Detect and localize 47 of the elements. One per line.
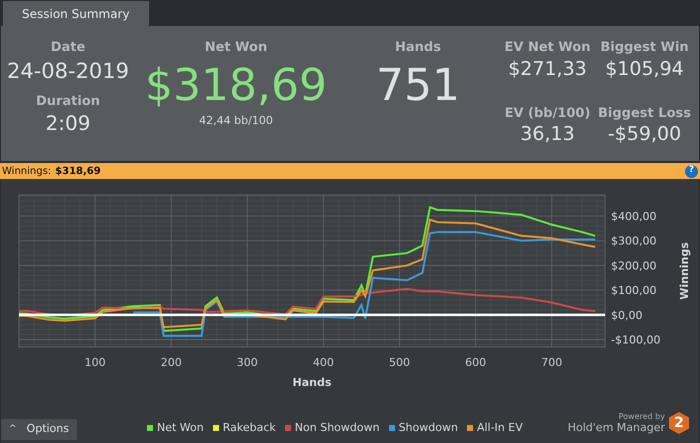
stat-label: Hands [395, 39, 441, 57]
y-axis-title: Winnings [678, 242, 691, 300]
caret-icon: ^ [9, 422, 17, 436]
legend-label: Rakeback [222, 420, 276, 436]
duration-value: 2:09 [46, 111, 90, 136]
y-tick-label: $200,00 [611, 259, 656, 272]
x-tick-label: 700 [541, 356, 562, 369]
stat-label: EV Net Won [504, 39, 590, 57]
stat-label: Biggest Loss [598, 104, 691, 122]
biggest-loss-value: -$59,00 [608, 123, 682, 147]
x-tick-label: 100 [84, 356, 106, 369]
options-label: Options [26, 421, 69, 438]
legend-label: Net Won [157, 420, 204, 436]
net-won-bb: 42,44 bb/100 [199, 112, 273, 128]
powered-by-text: Powered by [618, 412, 665, 420]
section-title: Winnings: [2, 164, 52, 178]
legend-label: All-In EV [476, 420, 523, 436]
stat-label: Biggest Win [600, 39, 689, 57]
x-tick-label: 400 [312, 356, 334, 369]
y-tick-label: $400,00 [611, 210, 656, 223]
options-button[interactable]: ^ Options [1, 419, 77, 440]
date-value: 24-08-2019 [6, 58, 130, 84]
stat-label: Net Won [204, 39, 268, 57]
y-tick-label: $100,00 [611, 284, 656, 298]
x-tick-label: 300 [236, 356, 258, 369]
brand-name: Hold'em Manager [568, 420, 665, 434]
section-value: $318,69 [55, 164, 101, 178]
biggest-win-value: $105,94 [605, 58, 684, 82]
logo-badge: 2 [669, 412, 689, 434]
x-tick-label: 600 [465, 356, 486, 369]
ev-bb-value: 36,13 [520, 123, 575, 147]
stat-label: Duration [36, 92, 100, 111]
x-axis-title: Hands [292, 376, 332, 389]
legend-label: Non Showdown [294, 420, 380, 436]
y-tick-label: $0,00 [611, 308, 642, 322]
stat-label: EV (bb/100) [504, 104, 590, 122]
tab[interactable]: Session Summary [3, 1, 149, 26]
y-tick-label: -$100,00 [611, 334, 660, 347]
hands-value: 751 [376, 58, 460, 112]
stat-label: Date [50, 39, 86, 57]
net-won-value: $318,69 [145, 58, 327, 112]
legend-label: Showdown [398, 420, 458, 436]
x-tick-label: 500 [389, 356, 410, 369]
y-tick-label: $300,00 [611, 234, 656, 248]
help-icon[interactable]: ? [685, 164, 698, 178]
x-tick-label: 200 [160, 356, 182, 369]
ev-net-won-value: $271,33 [508, 58, 587, 82]
